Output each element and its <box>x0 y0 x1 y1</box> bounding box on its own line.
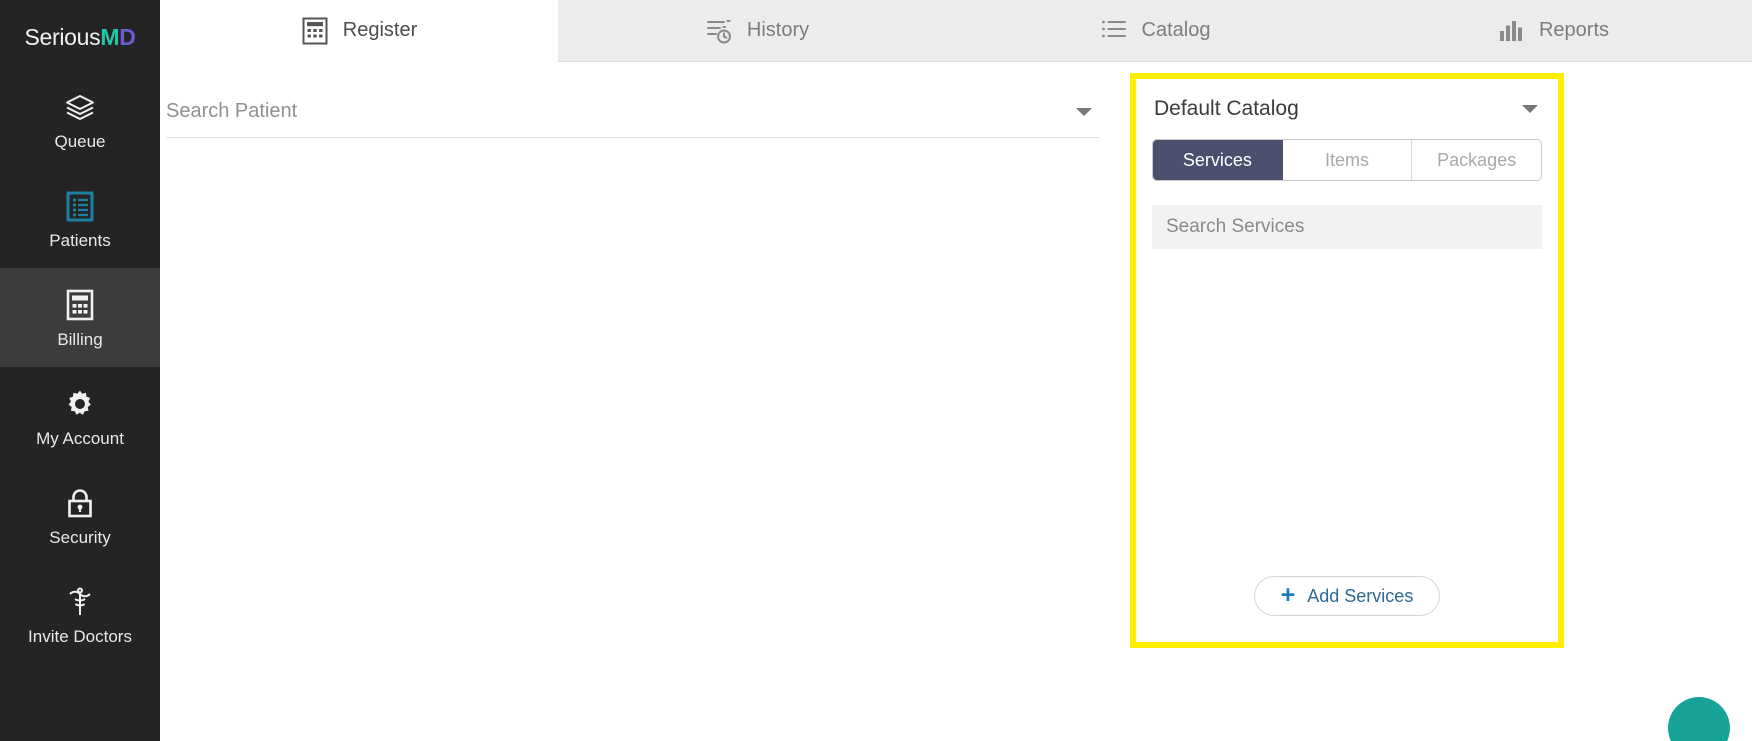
search-patient-input[interactable] <box>166 100 1066 123</box>
sidebar-item-billing[interactable]: Billing <box>0 268 160 367</box>
logo-letter-m: M <box>100 23 120 50</box>
top-tabbar: Register History Catalog Reports <box>160 0 1752 62</box>
tab-catalog[interactable]: Catalog <box>956 0 1354 61</box>
sidebar-item-label: Queue <box>54 131 106 151</box>
gear-icon <box>63 387 97 421</box>
layers-icon <box>63 90 97 124</box>
tab-services[interactable]: Services <box>1153 140 1283 180</box>
content-row: Default Catalog Services Items Pack <box>160 62 1752 741</box>
sidebar-item-label: Billing <box>57 329 103 349</box>
list-clock-icon <box>705 17 733 45</box>
search-services-row <box>1152 205 1542 249</box>
calculator-icon <box>301 17 329 45</box>
chevron-down-icon[interactable] <box>1522 105 1538 113</box>
list-icon <box>1100 17 1128 45</box>
tab-label: Reports <box>1538 19 1610 41</box>
sidebar-item-label: My Account <box>36 428 124 448</box>
chat-fab[interactable] <box>1668 697 1730 741</box>
logo-text: SeriousMD <box>24 24 135 51</box>
sidebar-item-patients[interactable]: Patients <box>0 169 160 268</box>
add-services-row: + Add Services <box>1152 576 1542 642</box>
sidebar-item-my-account[interactable]: My Account <box>0 367 160 466</box>
catalog-pane: Default Catalog Services Items Packages … <box>1122 62 1752 741</box>
catalog-title: Default Catalog <box>1154 97 1299 120</box>
logo-word: Serious <box>24 23 101 50</box>
bar-chart-icon <box>1497 17 1525 45</box>
patient-search-row <box>166 86 1100 138</box>
tab-label: Services <box>1182 149 1252 170</box>
services-list <box>1152 249 1542 576</box>
sidebar-item-label: Security <box>49 527 111 547</box>
catalog-segmented-tabs: Services Items Packages <box>1152 139 1542 181</box>
search-services-input[interactable] <box>1166 216 1528 238</box>
lock-icon <box>63 486 97 520</box>
add-services-button[interactable]: + Add Services <box>1253 576 1441 616</box>
caduceus-icon <box>63 585 97 619</box>
register-pane <box>160 62 1122 741</box>
tab-label: History <box>746 19 810 41</box>
tab-register[interactable]: Register <box>160 0 558 62</box>
sidebar-item-label: Patients <box>49 230 111 250</box>
add-services-label: Add Services <box>1307 585 1414 606</box>
clipboard-icon <box>63 189 97 223</box>
catalog-highlight-box: Default Catalog Services Items Packages … <box>1130 73 1564 648</box>
catalog-selector[interactable]: Default Catalog <box>1152 79 1542 139</box>
sidebar-item-invite-doctors[interactable]: Invite Doctors <box>0 565 160 664</box>
plus-icon: + <box>1280 580 1296 609</box>
logo-letter-d: D <box>119 23 136 50</box>
sidebar-item-queue[interactable]: Queue <box>0 70 160 169</box>
tab-label: Packages <box>1437 149 1517 170</box>
sidebar-item-security[interactable]: Security <box>0 466 160 565</box>
tab-label: Items <box>1325 149 1370 170</box>
sidebar: SeriousMD Queue Patients Billing My Acco… <box>0 0 160 741</box>
catalog-panel: Default Catalog Services Items Packages … <box>1136 79 1558 642</box>
tab-history[interactable]: History <box>558 0 956 61</box>
calculator-icon <box>63 288 97 322</box>
app-root: SeriousMD Queue Patients Billing My Acco… <box>0 0 1752 741</box>
tab-label: Register <box>342 19 418 41</box>
app-logo[interactable]: SeriousMD <box>0 0 160 70</box>
main-area: Register History Catalog Reports Search … <box>160 0 1752 741</box>
tab-label: Catalog <box>1141 19 1211 41</box>
tab-packages[interactable]: Packages <box>1412 140 1541 180</box>
chevron-down-icon[interactable] <box>1076 107 1092 116</box>
tab-items[interactable]: Items <box>1282 140 1413 180</box>
tab-reports[interactable]: Reports <box>1354 0 1752 61</box>
sidebar-item-label: Invite Doctors <box>28 626 132 646</box>
